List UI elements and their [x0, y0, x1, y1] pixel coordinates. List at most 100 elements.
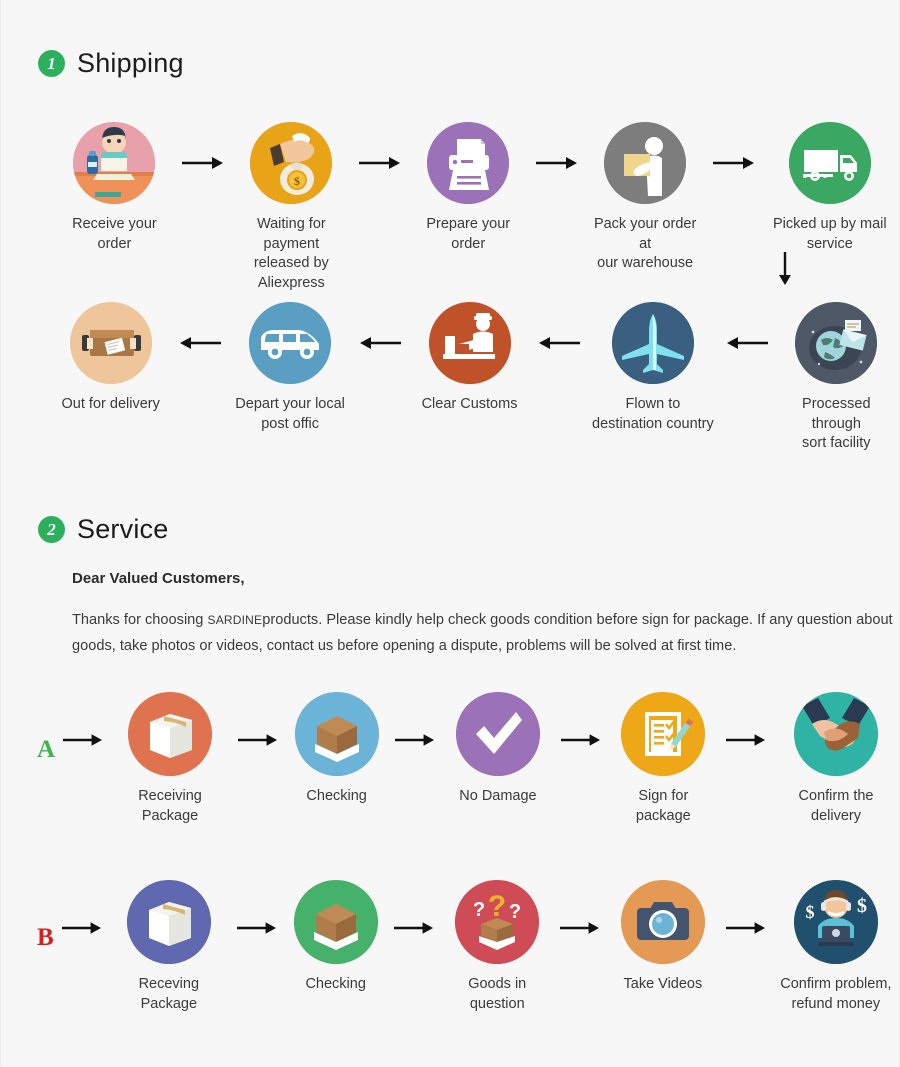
airplane-icon — [611, 302, 694, 384]
question-box-icon: ? ? ? — [455, 880, 540, 964]
service-body-text: Thanks for choosing SARDINEproducts. Ple… — [72, 608, 900, 659]
arrow-right-icon — [717, 692, 775, 788]
shipping-step-flown-destination: Flown to destination country — [589, 302, 716, 434]
section-heading-shipping: 1 Shipping — [38, 48, 184, 79]
globe-mail-sorting-icon — [795, 302, 878, 384]
person-at-laptop-icon — [73, 122, 156, 204]
svg-text:?: ? — [509, 901, 521, 923]
arrow-right-icon — [350, 122, 410, 204]
support-agent-icon: $ $ — [793, 880, 878, 964]
svg-text:$: $ — [805, 902, 814, 922]
service-greeting: Dear Valued Customers, — [72, 570, 245, 587]
shipping-step-label: Prepare your order — [426, 216, 511, 252]
shipping-step-label: Clear Customs — [421, 396, 518, 412]
section-heading-service: 2 Service — [38, 514, 168, 545]
service-step-goods-in-question: ? ? ? Goods in question — [443, 880, 551, 1014]
svg-text:$: $ — [857, 895, 867, 917]
shipping-step-label: Pack your order at our warehouse — [593, 216, 697, 272]
shipping-step-label: Out for delivery — [61, 396, 160, 412]
sealed-box-icon — [126, 880, 211, 964]
camera-icon — [620, 880, 705, 964]
shipping-step-depart-post-office: Depart your local post offic — [230, 302, 349, 434]
service-step-sign-package: Sign for package — [610, 692, 717, 826]
page-title-shipping: Shipping — [77, 48, 184, 78]
arrow-right-icon — [717, 880, 775, 976]
service-step-label: Checking — [306, 788, 367, 804]
arrow-left-icon — [529, 302, 589, 384]
svg-text:$: $ — [294, 174, 300, 188]
page-title-service: Service — [77, 514, 169, 544]
shipping-step-label: Flown to destination country — [592, 396, 714, 432]
row-letter-b: B — [37, 923, 54, 951]
open-box-icon — [294, 692, 379, 776]
arrow-right-icon — [552, 692, 610, 788]
arrow-right-icon — [54, 880, 110, 976]
shipping-step-picked-up: Picked up by mail service — [764, 122, 896, 254]
worker-packing-box-icon — [604, 122, 687, 204]
printer-icon — [427, 122, 510, 204]
service-step-label: Take Videos — [623, 976, 703, 992]
shipping-step-label: Waiting for payment released by Aliexpre… — [253, 216, 329, 291]
arrow-right-icon — [173, 122, 233, 204]
service-body-post: products. Please kindly help check goods… — [262, 612, 853, 628]
service-flow-row-b: B Receving Package Checking ? ? ? Goods … — [37, 880, 897, 1014]
open-crate-package-icon — [69, 302, 152, 384]
sealed-box-icon — [128, 692, 213, 776]
arrow-left-icon — [717, 302, 777, 384]
service-step-label: Receiving Package — [138, 788, 202, 824]
shipping-step-label: Receive your order — [72, 216, 157, 252]
brand-name: SARDINE — [207, 613, 263, 627]
service-step-label: Goods in question — [468, 976, 527, 1012]
infographic-page: 1 Shipping Receive your order $ Waiting … — [0, 0, 900, 1067]
service-step-label: Receving Package — [138, 976, 200, 1012]
arrow-left-icon — [170, 302, 230, 384]
shipping-step-label: Depart your local post offic — [235, 396, 345, 432]
service-step-label: Confirm the delivery — [798, 788, 874, 824]
arrow-right-icon — [228, 880, 286, 976]
arrow-left-icon — [350, 302, 410, 384]
shipping-step-sort-facility: Processed through sort facility — [777, 302, 896, 454]
shipping-step-out-for-delivery: Out for delivery — [51, 302, 170, 415]
shipping-step-clear-customs: Clear Customs — [410, 302, 529, 415]
service-step-checking-a: Checking — [287, 692, 386, 807]
arrow-right-icon — [385, 880, 443, 976]
service-step-label: No Damage — [459, 788, 537, 804]
shipping-step-waiting-payment: $ Waiting for payment released by Aliexp… — [233, 122, 350, 293]
signed-document-icon — [621, 692, 706, 776]
shipping-flow-row-1: Receive your order $ Waiting for payment… — [56, 122, 896, 293]
service-step-receiving-package-b: Receving Package — [110, 880, 228, 1014]
delivery-van-icon — [249, 302, 332, 384]
service-flow-row-a: A Receiving Package Checking No Damage S… — [37, 692, 897, 826]
section-badge-1: 1 — [38, 50, 65, 77]
shipping-step-pack-order: Pack your order at our warehouse — [587, 122, 704, 274]
arrow-right-icon — [527, 122, 587, 204]
service-step-confirm-delivery: Confirm the delivery — [775, 692, 897, 826]
shipping-flow-row-2: Out for delivery Depart your local post … — [51, 302, 896, 454]
shipping-step-label: Picked up by mail service — [772, 216, 887, 252]
service-step-checking-b: Checking — [286, 880, 385, 995]
service-step-label: Sign for package — [635, 788, 691, 824]
service-step-no-damage: No Damage — [444, 692, 551, 807]
service-step-confirm-refund: $ $ Confirm problem, refund money — [775, 880, 897, 1014]
section-badge-2: 2 — [38, 516, 65, 543]
arrow-right-icon — [229, 692, 287, 788]
handshake-icon — [794, 692, 878, 776]
arrow-right-icon — [55, 692, 111, 788]
shipping-step-label: Processed through sort facility — [802, 396, 871, 452]
hand-holding-money-bag-icon: $ — [250, 122, 333, 204]
row-letter-a: A — [37, 735, 56, 763]
service-step-label: Checking — [305, 976, 366, 992]
service-step-take-videos: Take Videos — [609, 880, 717, 995]
svg-text:?: ? — [473, 899, 485, 921]
checkmark-icon — [455, 692, 540, 776]
arrow-right-icon — [704, 122, 764, 204]
delivery-truck-icon — [788, 122, 871, 204]
down-arrow-icon — [777, 252, 793, 291]
arrow-right-icon — [386, 692, 444, 788]
open-box-icon — [293, 880, 378, 964]
service-body-pre: Thanks for choosing — [72, 612, 208, 628]
shipping-step-receive-order: Receive your order — [56, 122, 173, 254]
shipping-step-prepare-order: Prepare your order — [410, 122, 527, 254]
service-step-label: Confirm problem, refund money — [780, 976, 892, 1012]
service-step-receiving-package-a: Receiving Package — [111, 692, 229, 826]
